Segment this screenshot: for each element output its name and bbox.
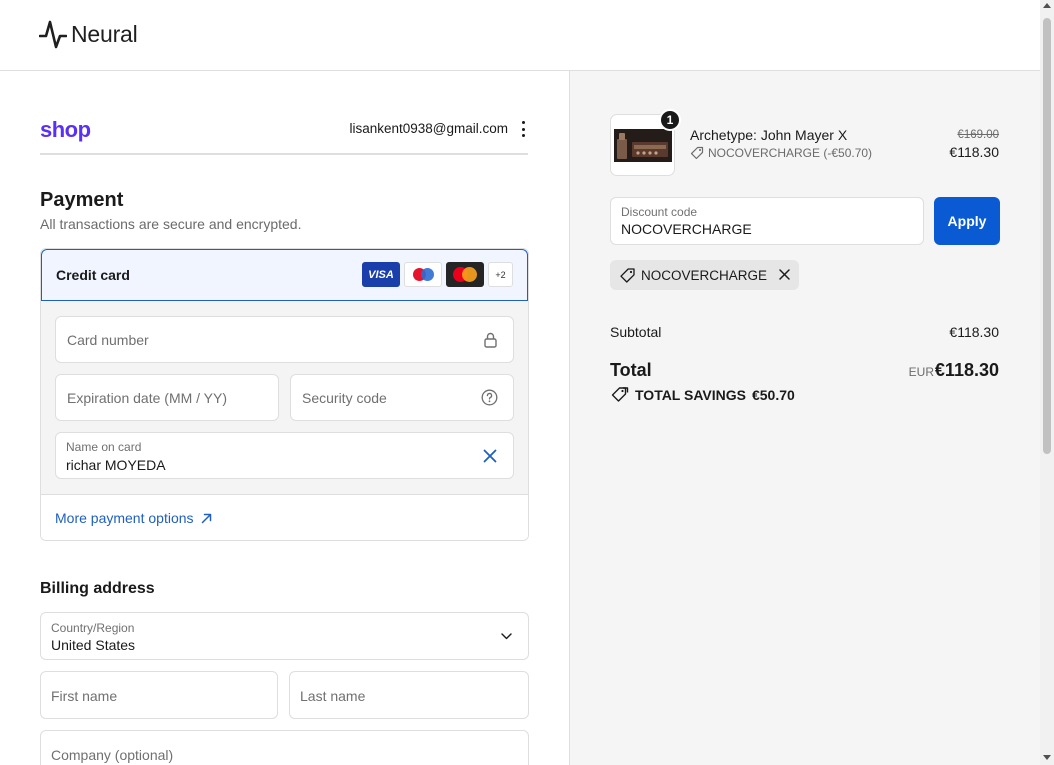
- product-discount-text: NOCOVERCHARGE (-€50.70): [708, 146, 873, 160]
- more-options-icon[interactable]: [520, 121, 526, 137]
- card-brands: VISA +2: [362, 262, 513, 287]
- page-scrollbar[interactable]: [1040, 0, 1054, 765]
- discount-code-label: Discount code: [621, 205, 698, 219]
- pulse-icon: [39, 20, 67, 49]
- savings-label: TOTAL SAVINGS: [635, 386, 746, 403]
- product-price: €118.30: [949, 144, 999, 160]
- arrow-up-right-icon: [201, 513, 211, 523]
- card-form: Card number Expiration date (MM / YY) Se…: [41, 301, 528, 494]
- country-label: Country/Region: [51, 621, 135, 635]
- name-on-card-field[interactable]: Name on card richar MOYEDA: [55, 432, 514, 479]
- expiry-placeholder: Expiration date (MM / YY): [67, 390, 228, 406]
- savings-value: €50.70: [751, 386, 795, 403]
- more-payment-options-label: More payment options: [55, 510, 194, 526]
- payment-method-box: Credit card VISA +2 Card number Expirati…: [40, 248, 529, 541]
- account-row: shop lisankent0938@gmail.com: [40, 116, 528, 155]
- country-select[interactable]: Country/Region United States: [40, 612, 529, 660]
- scroll-up-icon[interactable]: [1043, 3, 1051, 8]
- site-header: Neural: [0, 0, 1040, 71]
- product-image: [614, 129, 672, 162]
- brand-logo[interactable]: Neural: [39, 19, 138, 49]
- help-icon[interactable]: [481, 389, 498, 406]
- payment-subtitle: All transactions are secure and encrypte…: [40, 216, 302, 232]
- maestro-icon: [404, 262, 442, 287]
- more-brands-badge: +2: [488, 262, 513, 287]
- applied-discount-code: NOCOVERCHARGE: [641, 267, 768, 283]
- last-name-placeholder: Last name: [300, 688, 366, 704]
- tag-icon: [620, 267, 635, 283]
- product-name: Archetype: John Mayer X: [690, 127, 848, 143]
- card-number-field[interactable]: Card number: [55, 316, 514, 363]
- checkout-main: shop lisankent0938@gmail.com Payment All…: [0, 71, 569, 765]
- last-name-field[interactable]: Last name: [289, 671, 529, 719]
- remove-discount-icon[interactable]: [778, 268, 791, 281]
- first-name-placeholder: First name: [51, 688, 118, 704]
- product-thumbnail: 1: [610, 109, 681, 176]
- tag-icon: [690, 146, 704, 160]
- shop-logo: shop: [40, 117, 91, 142]
- quantity-badge: 1: [659, 109, 681, 131]
- subtotal-label: Subtotal: [610, 324, 662, 340]
- security-code-placeholder: Security code: [302, 390, 387, 406]
- country-value: United States: [51, 637, 136, 653]
- discount-code-value: NOCOVERCHARGE: [621, 221, 752, 237]
- brand-name: Neural: [71, 20, 138, 47]
- more-payment-options: More payment options: [41, 494, 528, 540]
- total-label: Total: [610, 360, 652, 380]
- clear-icon[interactable]: [483, 449, 497, 463]
- visa-icon: VISA: [362, 262, 400, 287]
- total-currency: EUR: [908, 365, 934, 379]
- product-discount: NOCOVERCHARGE (-€50.70): [690, 146, 872, 160]
- apply-button[interactable]: Apply: [934, 197, 1000, 245]
- first-name-field[interactable]: First name: [40, 671, 278, 719]
- original-price: €169.00: [957, 129, 999, 141]
- order-summary: 1 Archetype: John Mayer X NOCOVERCHARGE …: [569, 71, 1040, 765]
- credit-card-label: Credit card: [56, 267, 130, 283]
- discount-code-field[interactable]: Discount code NOCOVERCHARGE: [610, 197, 924, 245]
- company-placeholder: Company (optional): [51, 747, 174, 763]
- more-payment-options-link[interactable]: More payment options: [55, 510, 212, 526]
- security-code-field[interactable]: Security code: [290, 374, 514, 421]
- total-value: €118.30: [934, 360, 999, 380]
- scroll-thumb[interactable]: [1043, 18, 1051, 454]
- mastercard-icon: [446, 262, 484, 287]
- payment-title: Payment: [40, 189, 124, 211]
- company-field[interactable]: Company (optional): [40, 730, 529, 765]
- account-email: lisankent0938@gmail.com: [349, 121, 508, 136]
- scroll-down-icon[interactable]: [1043, 755, 1051, 760]
- card-number-placeholder: Card number: [67, 332, 149, 348]
- expiry-field[interactable]: Expiration date (MM / YY): [55, 374, 279, 421]
- applied-discount-tag: NOCOVERCHARGE: [610, 260, 800, 290]
- name-on-card-value: richar MOYEDA: [66, 457, 166, 473]
- subtotal-value: €118.30: [949, 324, 999, 340]
- credit-card-option[interactable]: Credit card VISA +2: [41, 249, 528, 301]
- lock-icon: [484, 332, 497, 348]
- savings-tag-icon: [611, 387, 629, 402]
- billing-address-title: Billing address: [40, 580, 155, 597]
- name-on-card-label: Name on card: [66, 440, 142, 454]
- total-savings: TOTAL SAVINGS €50.70: [610, 386, 795, 403]
- chevron-down-icon: [501, 633, 512, 640]
